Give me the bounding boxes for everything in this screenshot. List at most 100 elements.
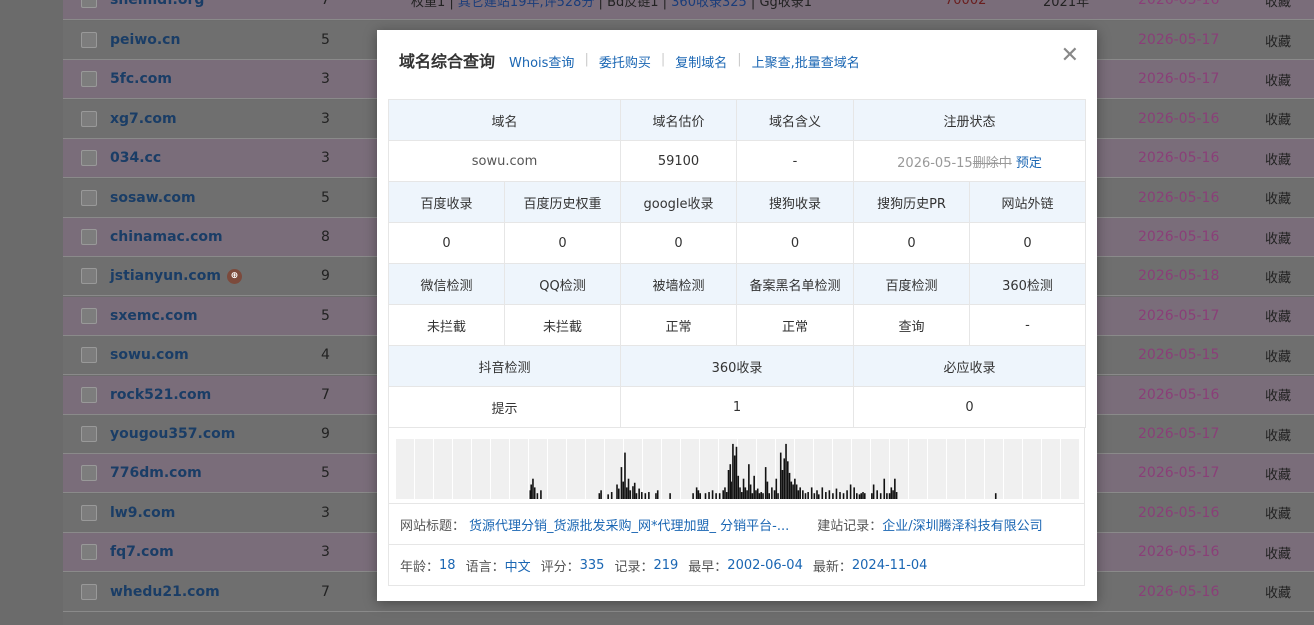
favorite-button[interactable]: 收藏 (1265, 31, 1291, 50)
domain-link[interactable]: whedu21.com (110, 584, 220, 600)
record-count-label: 记录： (614, 559, 654, 575)
whois-link[interactable]: Whois查询 (509, 52, 574, 71)
batch-query-link[interactable]: 上聚查,批量查域名 (752, 52, 860, 71)
chart-bar (540, 490, 542, 499)
domain-link[interactable]: sosaw.com (110, 190, 196, 206)
favorite-button[interactable]: 收藏 (1265, 503, 1291, 522)
favorite-button[interactable]: 收藏 (1265, 425, 1291, 444)
chart-bar (655, 493, 657, 499)
chart-bar (748, 464, 750, 499)
row-checkbox[interactable] (81, 268, 97, 285)
domain-link[interactable]: peiwo.cn (110, 32, 180, 48)
row-checkbox[interactable] (81, 32, 97, 48)
chart-bar (629, 490, 632, 499)
row-checkbox[interactable] (81, 544, 97, 561)
favorite-button[interactable]: 收藏 (1265, 188, 1291, 207)
row-checkbox[interactable] (81, 307, 97, 324)
domain-link[interactable]: sxemc.com (110, 308, 198, 324)
record-count-value: 219 (653, 557, 679, 573)
favorite-button[interactable]: 收藏 (1265, 543, 1291, 562)
length-value: 7 (321, 583, 330, 600)
header-domain: 域名 (387, 99, 622, 141)
domain-link[interactable]: yougou357.com (110, 426, 235, 442)
360-check-value: - (969, 304, 1087, 346)
chart-bar (725, 492, 728, 499)
chart-bar (890, 487, 893, 499)
valuation-value[interactable]: 59100 (620, 140, 738, 182)
chart-bar (771, 487, 773, 499)
chart-bar (632, 486, 634, 499)
chart-bar (835, 488, 838, 499)
favorite-button[interactable]: 收藏 (1265, 346, 1291, 365)
reg-status-cell: 2026-05-15删除中 预定 (853, 140, 1087, 182)
row-checkbox[interactable] (81, 110, 97, 127)
domain-link[interactable]: 034.cc (110, 150, 161, 166)
row-checkbox[interactable] (81, 347, 97, 364)
chart-bar (711, 490, 714, 499)
row-checkbox[interactable] (81, 465, 97, 482)
bing-index-value: 0 (853, 386, 1087, 428)
row-checkbox[interactable] (81, 71, 97, 88)
domain-link[interactable]: lw9.com (110, 505, 175, 521)
360-index-value[interactable]: 1 (620, 386, 855, 428)
entrust-buy-link[interactable]: 委托购买 (599, 52, 651, 71)
domain-link[interactable]: xg7.com (110, 111, 177, 127)
chart-bar (640, 492, 643, 499)
chart-bar (849, 484, 852, 499)
site-title-link[interactable]: 货源代理分销_货源批发采购_网*代理加盟_ 分销平台-... (469, 515, 789, 534)
chart-bar (785, 443, 787, 499)
chart-bar (740, 492, 743, 499)
domain-link[interactable]: shelmdf.org (110, 0, 204, 8)
domain-link[interactable]: 776dm.com (110, 465, 202, 481)
copy-domain-link[interactable]: 复制域名 (675, 52, 727, 71)
favorite-button[interactable]: 收藏 (1265, 464, 1291, 483)
favorite-button[interactable]: 收藏 (1265, 228, 1291, 247)
row-checkbox[interactable] (81, 150, 97, 167)
chart-bar (644, 493, 647, 499)
favorite-button[interactable]: 收藏 (1265, 267, 1291, 286)
length-value: 3 (321, 150, 330, 167)
reserve-link[interactable]: 预定 (1016, 156, 1042, 171)
site-title-line: 网站标题： 货源代理分销_货源批发采购_网*代理加盟_ 分销平台-... 建站记… (388, 504, 1085, 545)
chart-bar (749, 484, 752, 499)
row-checkbox[interactable] (81, 189, 97, 206)
close-icon[interactable]: ✕ (1061, 44, 1079, 68)
domain-link[interactable]: 5fc.com (110, 71, 172, 87)
chart-bar (804, 493, 807, 499)
favorite-button[interactable]: 收藏 (1265, 109, 1291, 128)
chart-bar (704, 493, 707, 499)
favorite-button[interactable]: 收藏 (1265, 306, 1291, 325)
length-value: 9 (321, 268, 330, 285)
row-checkbox[interactable] (81, 504, 97, 521)
length-value: 5 (321, 32, 330, 48)
douyin-check-value[interactable]: 提示 (387, 386, 622, 428)
favorite-button[interactable]: 收藏 (1265, 0, 1291, 10)
chart-bar (788, 472, 791, 499)
domain-link[interactable]: sowu.com (110, 347, 189, 363)
domain-link[interactable]: chinamac.com (110, 229, 223, 245)
chart-bar (842, 493, 845, 499)
row-checkbox[interactable] (81, 583, 97, 600)
favorite-button[interactable]: 收藏 (1265, 70, 1291, 89)
info-segment: | Bd反链1 | (594, 0, 672, 10)
baidu-check-link[interactable]: 查询 (853, 304, 971, 346)
row-checkbox[interactable] (81, 229, 97, 245)
row-checkbox[interactable] (81, 426, 97, 442)
chart-bar (600, 490, 602, 499)
favorite-button[interactable]: 收藏 (1265, 582, 1291, 601)
favorite-button[interactable]: 收藏 (1265, 149, 1291, 168)
age-value: 18 (439, 557, 456, 573)
chart-bar (766, 481, 769, 499)
row-checkbox[interactable] (81, 386, 97, 403)
row-checkbox[interactable] (81, 0, 97, 8)
domain-link[interactable]: fq7.com (110, 544, 174, 560)
backlinks-value: 0 (969, 222, 1087, 264)
favorite-button[interactable]: 收藏 (1265, 385, 1291, 404)
build-record-link[interactable]: 企业/深圳腾泽科技有限公司 (882, 515, 1042, 534)
domain-link[interactable]: jstianyun.com ⊕ (110, 268, 242, 284)
chart-bar (895, 492, 898, 499)
blacklist-check-value: 正常 (736, 304, 855, 346)
length-value: 7 (321, 0, 330, 8)
domain-link[interactable]: rock521.com (110, 387, 211, 403)
chart-bar (733, 455, 736, 499)
